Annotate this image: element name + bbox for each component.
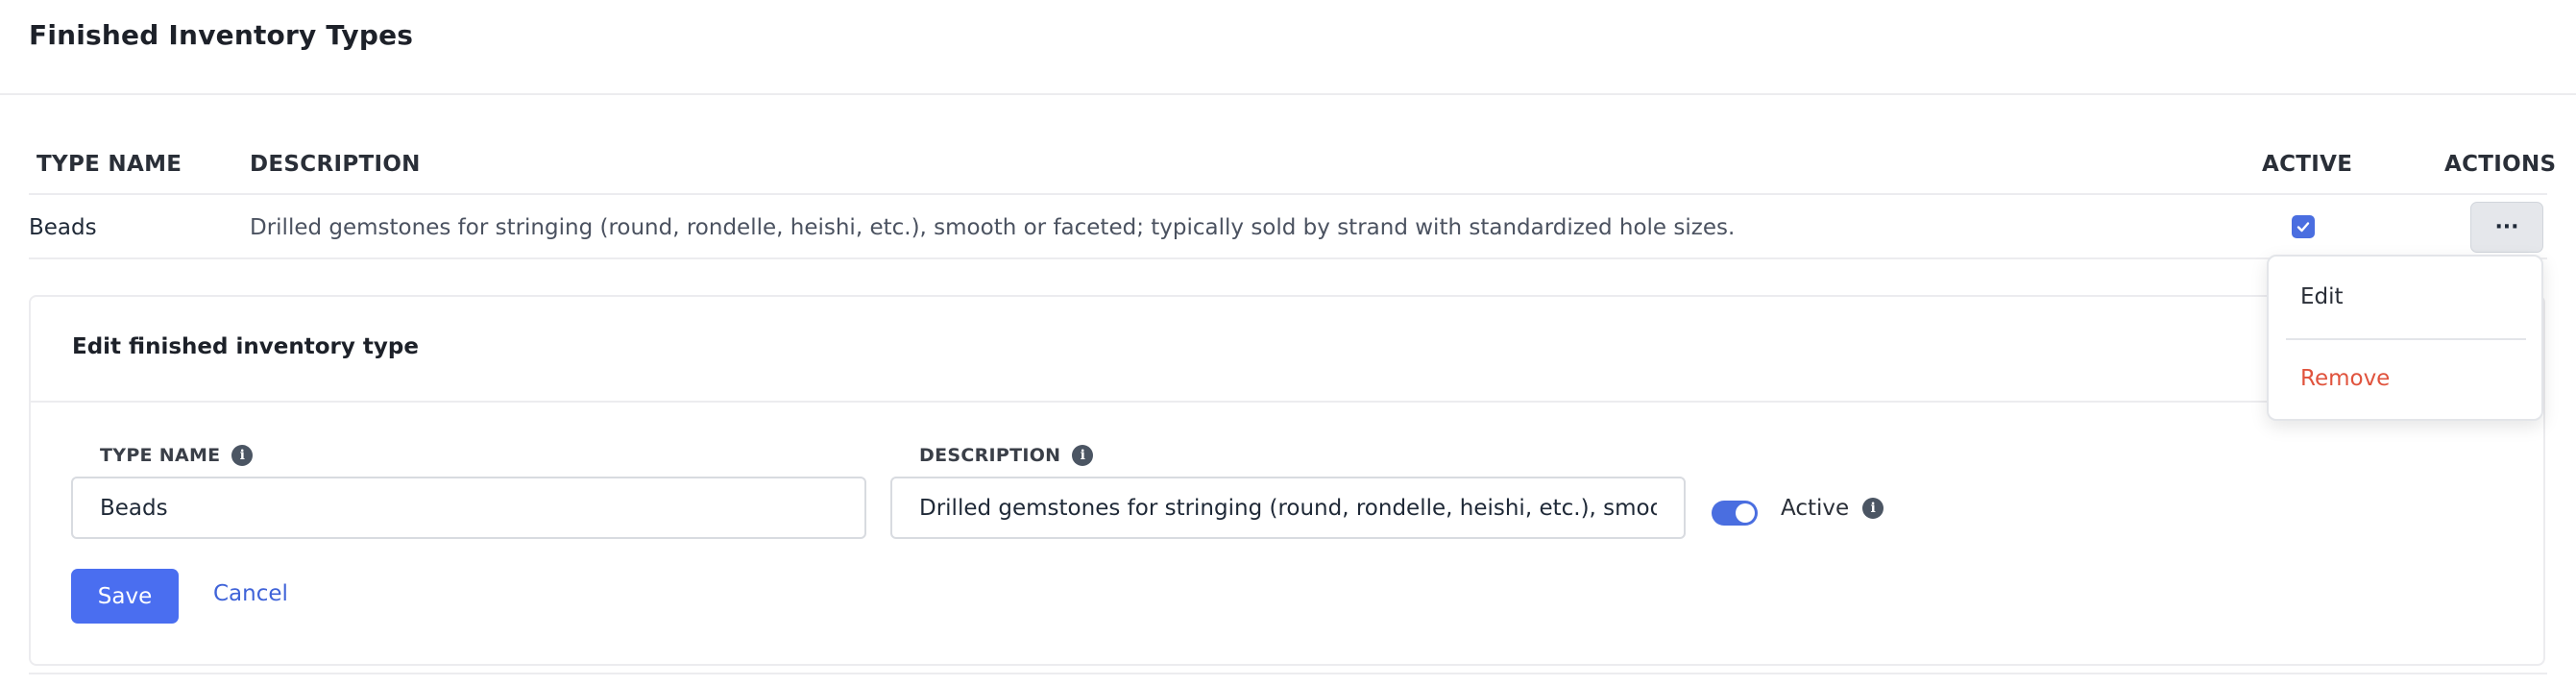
page-title: Finished Inventory Types (29, 19, 414, 51)
row-description: Drilled gemstones for stringing (round, … (250, 215, 1736, 240)
column-header-active: ACTIVE (2262, 152, 2353, 177)
save-button[interactable]: Save (71, 569, 179, 624)
description-input[interactable] (890, 477, 1686, 539)
info-icon[interactable]: i (231, 445, 254, 466)
edit-panel: Edit finished inventory type TYPE NAME i… (29, 295, 2545, 666)
edit-panel-title: Edit finished inventory type (72, 334, 419, 359)
toggle-knob (1736, 503, 1755, 523)
menu-item-remove[interactable]: Remove (2300, 366, 2390, 391)
menu-divider (2286, 338, 2526, 340)
active-label-text: Active (1781, 496, 1850, 521)
info-icon[interactable]: i (1862, 498, 1884, 519)
type-name-input[interactable] (71, 477, 866, 539)
cancel-button[interactable]: Cancel (213, 581, 288, 606)
more-horizontal-icon: ··· (2494, 215, 2519, 239)
menu-item-edit[interactable]: Edit (2300, 284, 2344, 309)
type-name-label-text: TYPE NAME (100, 445, 221, 466)
column-header-actions: ACTIONS (2444, 152, 2557, 177)
edit-panel-header: Edit finished inventory type (31, 297, 2543, 403)
active-toggle-label: Active i (1781, 496, 1884, 521)
table-row: Beads Drilled gemstones for stringing (r… (29, 195, 2547, 259)
check-icon (2297, 222, 2310, 233)
description-label: DESCRIPTION i (919, 445, 1094, 466)
description-label-text: DESCRIPTION (919, 445, 1061, 466)
active-toggle[interactable] (1712, 501, 1758, 526)
column-header-description: DESCRIPTION (250, 152, 421, 177)
divider (29, 673, 2547, 674)
row-actions-menu: Edit Remove (2267, 255, 2543, 421)
table-header: TYPE NAME DESCRIPTION ACTIVE ACTIONS (29, 149, 2556, 195)
row-type-name: Beads (29, 215, 97, 240)
page-header: Finished Inventory Types (0, 0, 2576, 95)
type-name-label: TYPE NAME i (100, 445, 254, 466)
active-checkbox[interactable] (2292, 215, 2315, 238)
info-icon[interactable]: i (1072, 445, 1094, 466)
column-header-type-name: TYPE NAME (36, 152, 182, 177)
row-actions-button[interactable]: ··· (2470, 202, 2543, 253)
